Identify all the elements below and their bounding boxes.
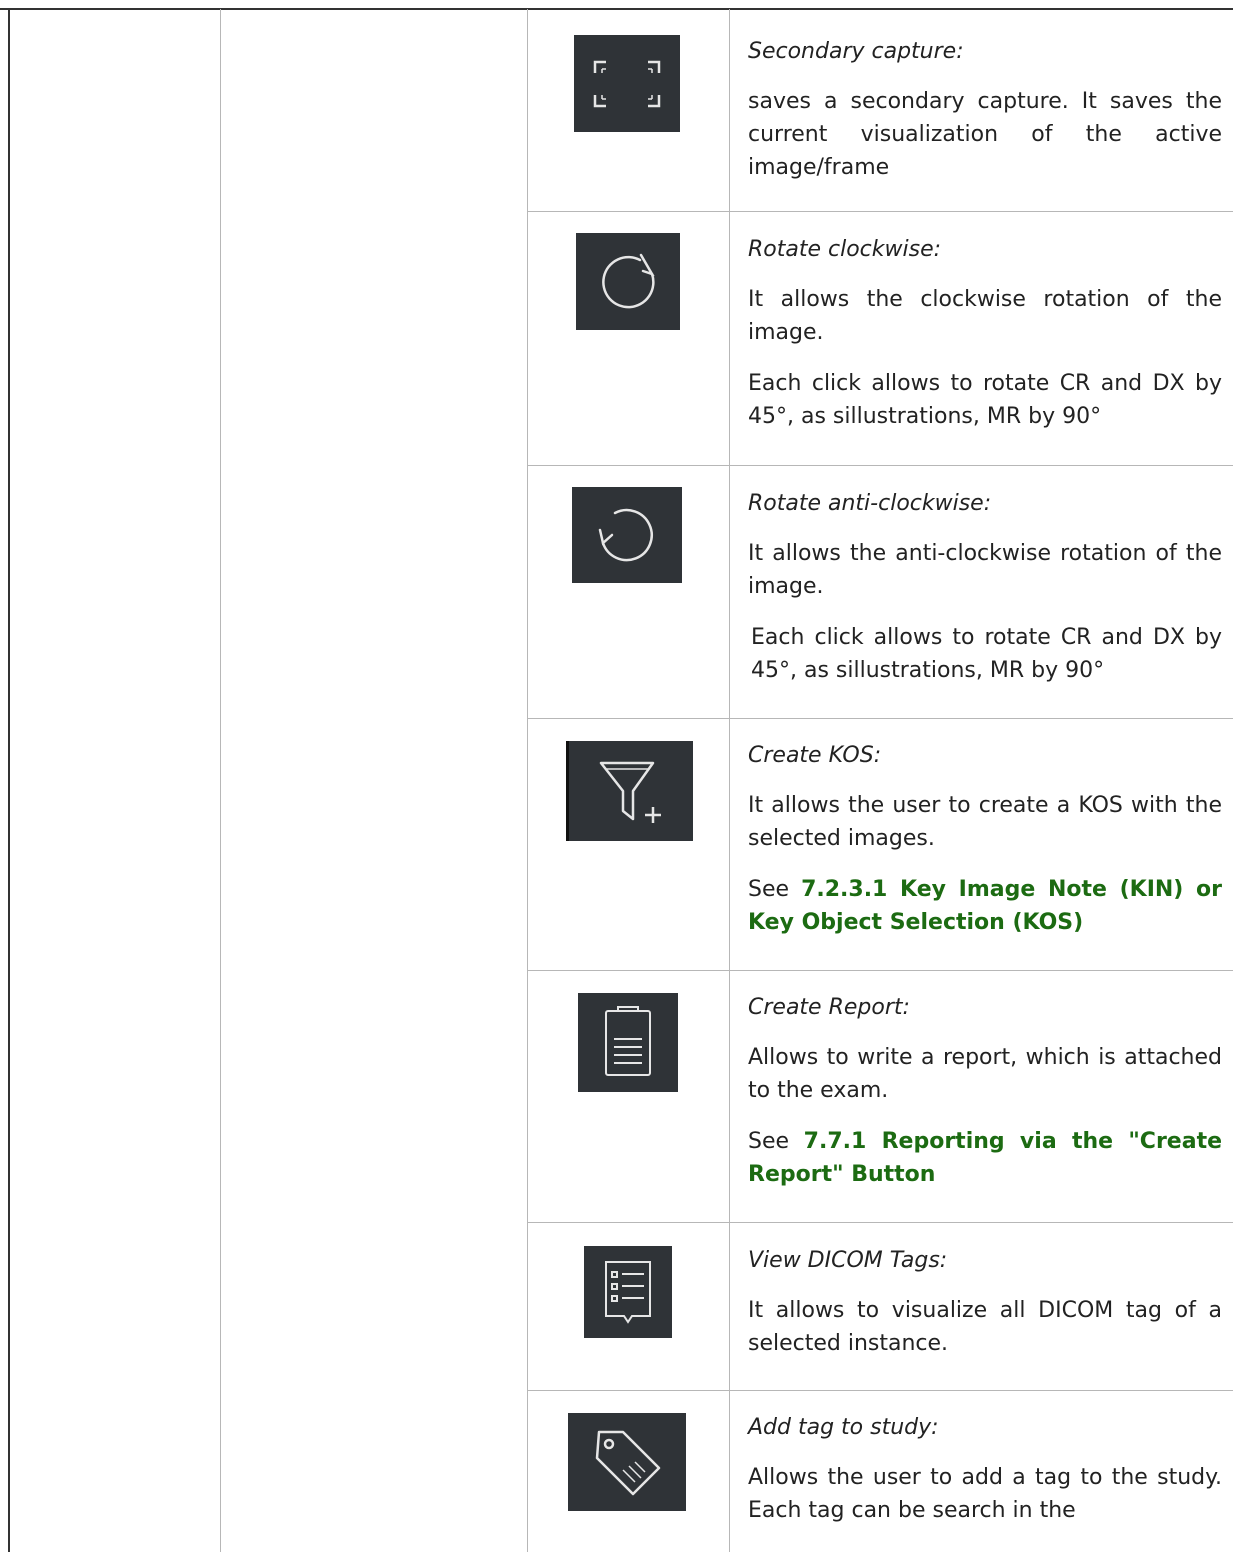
tag-label-icon: [568, 1413, 686, 1511]
link-reporting[interactable]: 7.7.1 Reporting via the "Create Report" …: [748, 1129, 1222, 1187]
column-divider-2: [527, 9, 528, 1552]
table-left-border: [8, 8, 10, 1552]
rotate-clockwise-icon: [576, 233, 680, 330]
add-tag-desc: Add tag to study: Allows the user to add…: [748, 1413, 1222, 1527]
desc-title: View DICOM Tags:: [748, 1248, 948, 1273]
dicom-tags-list-icon: [584, 1246, 672, 1338]
desc-title: Rotate clockwise:: [748, 237, 942, 262]
desc-text: Each click allows to rotate CR and DX by…: [751, 625, 1222, 683]
see-prefix: See: [748, 1129, 804, 1154]
column-divider-1: [220, 9, 221, 1552]
desc-title: Secondary capture:: [748, 39, 964, 64]
desc-text: It allows the anti-clockwise rotation of…: [748, 541, 1222, 599]
rotate-anticlockwise-desc: Rotate anti-clockwise: It allows the ant…: [748, 489, 1222, 687]
view-dicom-tags-desc: View DICOM Tags: It allows to visualize …: [748, 1246, 1222, 1360]
create-kos-desc: Create KOS: It allows the user to create…: [748, 741, 1222, 939]
row-divider: [528, 970, 1233, 971]
rotate-clockwise-desc: Rotate clockwise: It allows the clockwis…: [748, 235, 1222, 433]
row-divider: [528, 465, 1233, 466]
desc-text: Allows the user to add a tag to the stud…: [748, 1465, 1222, 1523]
see-prefix: See: [748, 877, 802, 902]
desc-text: It allows the user to create a KOS with …: [748, 793, 1222, 851]
desc-title: Rotate anti-clockwise:: [748, 491, 992, 516]
desc-text: saves a secondary capture. It saves the …: [748, 89, 1222, 180]
desc-text: Each click allows to rotate CR and DX by…: [748, 371, 1222, 429]
desc-text: It allows to visualize all DICOM tag of …: [748, 1298, 1222, 1356]
clipboard-report-icon: [578, 993, 678, 1092]
secondary-capture-icon: [574, 35, 680, 132]
row-divider: [528, 211, 1233, 212]
table-top-border: [0, 8, 1233, 10]
desc-title: Add tag to study:: [748, 1415, 939, 1440]
rotate-anticlockwise-icon: [572, 487, 682, 583]
row-divider: [528, 718, 1233, 719]
create-kos-filter-icon: [566, 741, 693, 841]
link-kin-kos[interactable]: 7.2.3.1 Key Image Note (KIN) or Key Obje…: [748, 877, 1222, 935]
secondary-capture-desc: Secondary capture: saves a secondary cap…: [748, 37, 1222, 184]
desc-title: Create KOS:: [748, 743, 882, 768]
desc-see: See 7.2.3.1 Key Image Note (KIN) or Key …: [748, 873, 1222, 939]
desc-title: Create Report:: [748, 995, 910, 1020]
row-divider: [528, 1222, 1233, 1223]
desc-see: See 7.7.1 Reporting via the "Create Repo…: [748, 1125, 1222, 1191]
desc-text: Allows to write a report, which is attac…: [748, 1045, 1222, 1103]
column-divider-3: [729, 9, 730, 1552]
create-report-desc: Create Report: Allows to write a report,…: [748, 993, 1222, 1191]
desc-text: It allows the clockwise rotation of the …: [748, 287, 1222, 345]
row-divider: [528, 1390, 1233, 1391]
